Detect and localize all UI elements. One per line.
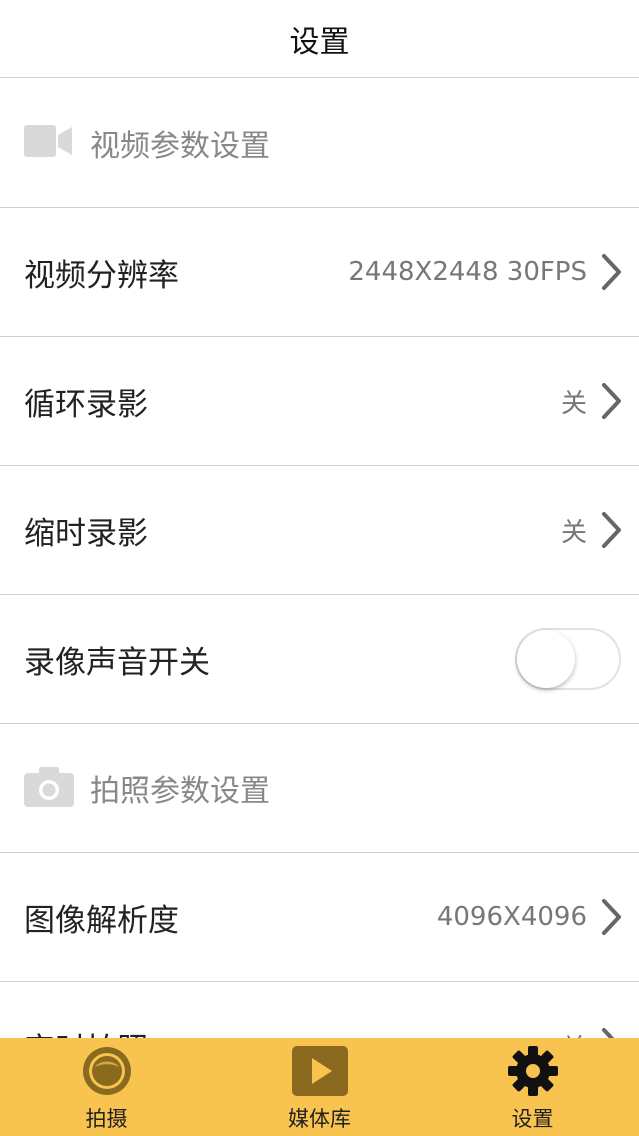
tab-media-library[interactable]: 媒体库 [250,1041,390,1133]
gear-icon [506,1041,560,1101]
loop-recording-value: 关 [560,388,587,419]
video-section-header: 视频参数设置 [0,79,639,208]
tab-capture[interactable]: 拍摄 [37,1041,177,1133]
camera-icon [24,765,74,811]
timed-photo-label: 定时拍照 [24,1024,561,1039]
tab-settings[interactable]: 设置 [463,1041,603,1133]
image-resolution-row[interactable]: 图像解析度 4096X4096 [0,853,639,982]
record-audio-label: 录像声音开关 [24,644,210,681]
bottom-tab-bar: 拍摄 媒体库 设置 [0,1038,639,1136]
image-resolution-label: 图像解析度 [24,902,179,939]
lens-icon [81,1041,133,1101]
video-resolution-row[interactable]: 视频分辨率 2448X2448 30FPS [0,208,639,337]
chevron-right-icon [599,381,625,421]
photo-section-label: 拍照参数设置 [90,774,270,809]
timelapse-recording-label: 缩时录影 [24,515,148,552]
timed-photo-value: 关 [561,1028,587,1039]
nav-header: 设置 [0,0,639,78]
video-camera-icon [24,123,74,163]
video-resolution-value: 2448X2448 30FPS [348,257,587,287]
timelapse-recording-value: 关 [560,517,587,548]
video-section-label: 视频参数设置 [90,129,270,164]
tab-capture-label: 拍摄 [85,1107,128,1131]
record-audio-row: 录像声音开关 [0,595,639,724]
page-title: 设置 [289,24,350,60]
chevron-right-icon [599,510,625,550]
loop-recording-label: 循环录影 [24,386,148,423]
settings-list[interactable]: 视频参数设置 视频分辨率 2448X2448 30FPS 循环录影 关 缩时录影… [0,79,639,1038]
play-icon [291,1041,348,1101]
toggle-knob [517,630,575,688]
image-resolution-value: 4096X4096 [436,902,587,932]
chevron-right-icon [599,897,625,937]
photo-section-header: 拍照参数设置 [0,724,639,853]
tab-settings-label: 设置 [511,1107,554,1131]
timelapse-recording-row[interactable]: 缩时录影 关 [0,466,639,595]
record-audio-toggle[interactable] [515,628,621,690]
chevron-right-icon [599,252,625,292]
chevron-right-icon [599,1026,625,1038]
video-resolution-label: 视频分辨率 [24,257,179,294]
loop-recording-row[interactable]: 循环录影 关 [0,337,639,466]
tab-media-library-label: 媒体库 [288,1107,351,1131]
timed-photo-row[interactable]: 定时拍照 关 [0,982,639,1038]
